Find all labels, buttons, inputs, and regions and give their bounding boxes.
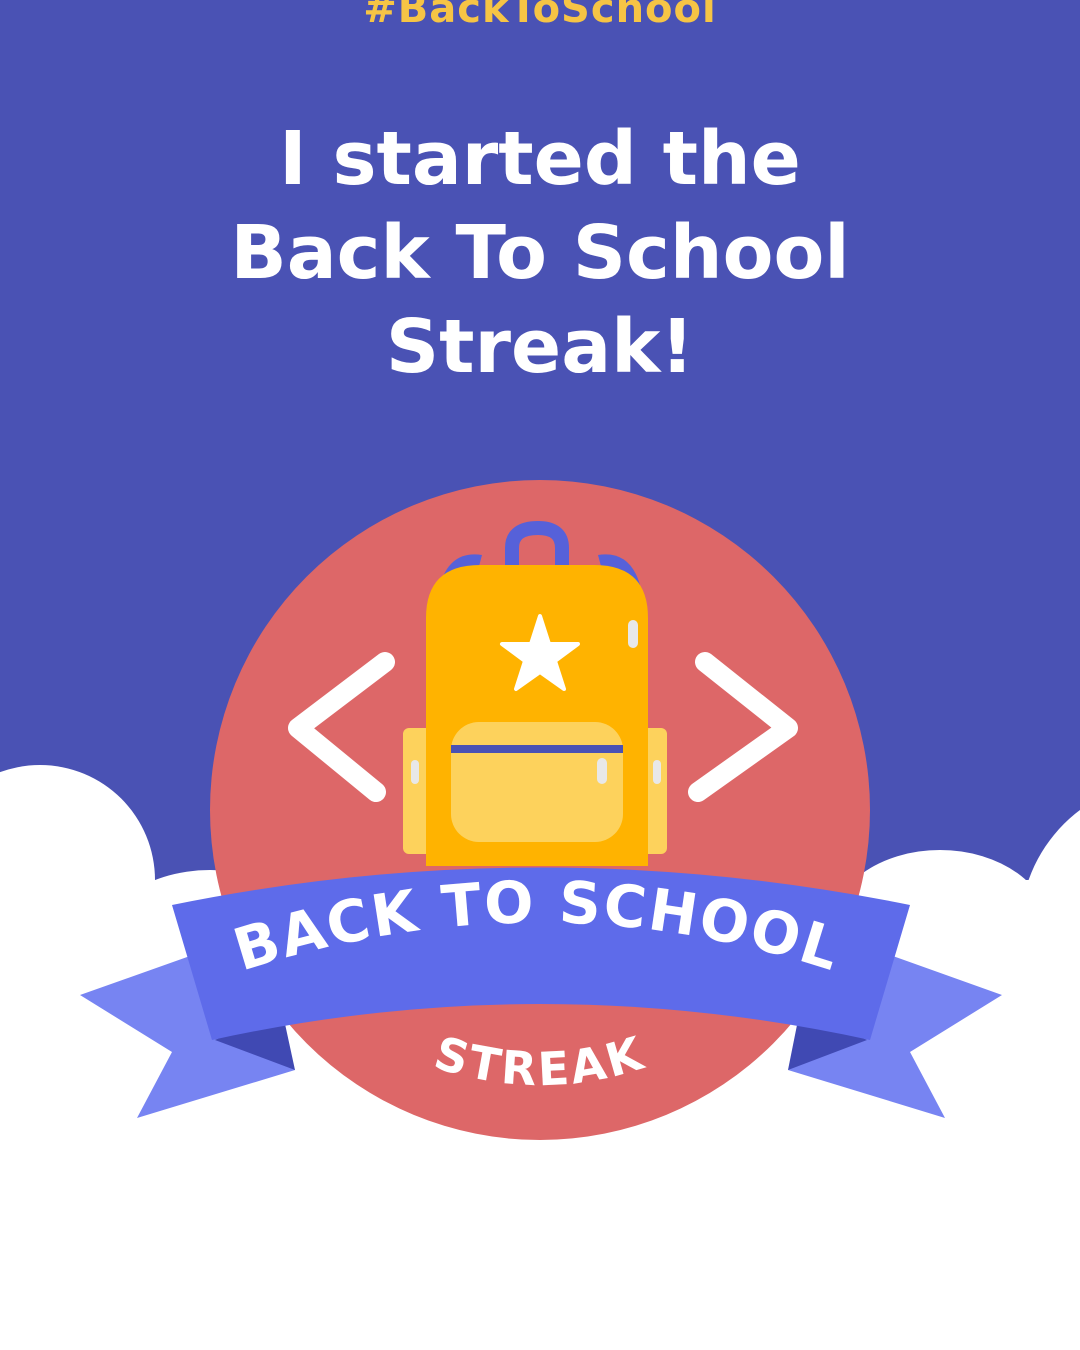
hashtag-label: #BackToSchool — [363, 0, 717, 32]
headline-line-2: Back To School — [230, 210, 850, 296]
headline: I started the Back To School Streak! — [0, 112, 1080, 394]
backpack-icon — [403, 520, 667, 866]
streak-share-card: BACK TO SCHOOL STREAK #BackToSchool I st… — [0, 0, 1080, 1350]
headline-line-1: I started the — [279, 116, 801, 202]
headline-line-3: Streak! — [385, 304, 695, 390]
